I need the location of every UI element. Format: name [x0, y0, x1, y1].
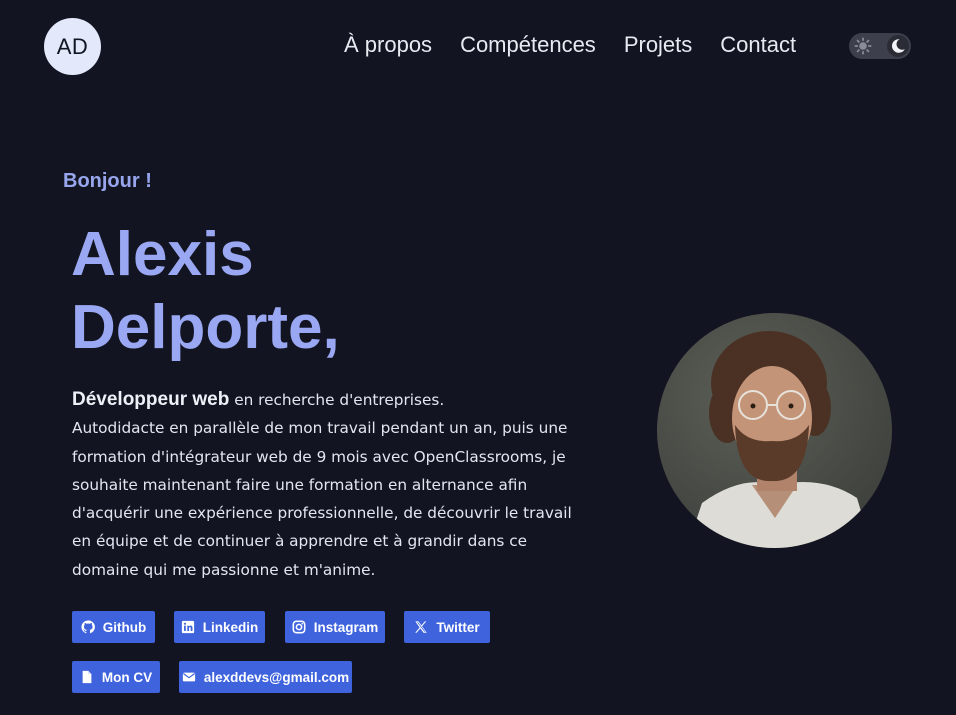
cv-button[interactable]: Mon CV — [72, 661, 160, 693]
profile-photo — [657, 313, 892, 548]
hero-name: Alexis Delporte, — [71, 218, 340, 364]
linkedin-button[interactable]: Linkedin — [174, 611, 265, 643]
sun-icon — [854, 37, 872, 55]
toggle-knob[interactable] — [887, 35, 909, 57]
file-icon — [82, 670, 92, 684]
linkedin-icon — [181, 620, 194, 634]
cv-label: Mon CV — [101, 669, 153, 685]
main-nav: À propos Compétences Projets Contact — [344, 31, 796, 59]
github-label: Github — [102, 619, 147, 635]
greeting: Bonjour ! — [63, 170, 152, 192]
nav-link-projets[interactable]: Projets — [624, 31, 692, 59]
logo-initials: AD — [56, 33, 89, 59]
tagline: en recherche d'entreprises. — [229, 391, 445, 409]
github-button[interactable]: Github — [72, 611, 155, 643]
instagram-icon — [292, 620, 306, 634]
nav-link-contact[interactable]: Contact — [720, 31, 796, 59]
logo-avatar[interactable]: AD — [44, 18, 101, 75]
moon-icon — [891, 39, 905, 53]
nav-link-a-propos[interactable]: À propos — [344, 31, 432, 59]
envelope-icon — [182, 672, 195, 682]
twitter-button[interactable]: Twitter — [404, 611, 490, 643]
description: Autodidacte en parallèle de mon travail … — [72, 419, 572, 579]
name-first: Alexis — [71, 220, 254, 289]
linkedin-label: Linkedin — [202, 619, 259, 635]
instagram-button[interactable]: Instagram — [285, 611, 385, 643]
email-button[interactable]: alexddevs@gmail.com — [179, 661, 352, 693]
name-last: Delporte, — [71, 293, 340, 362]
x-twitter-icon — [415, 621, 428, 633]
email-label: alexddevs@gmail.com — [203, 669, 350, 685]
instagram-label: Instagram — [313, 619, 379, 635]
nav-link-competences[interactable]: Compétences — [460, 31, 596, 59]
intro-paragraph: Développeur web en recherche d'entrepris… — [72, 386, 572, 584]
twitter-label: Twitter — [436, 619, 480, 635]
role-title: Développeur web — [72, 389, 230, 410]
theme-toggle[interactable] — [849, 33, 911, 59]
github-icon — [81, 620, 95, 634]
